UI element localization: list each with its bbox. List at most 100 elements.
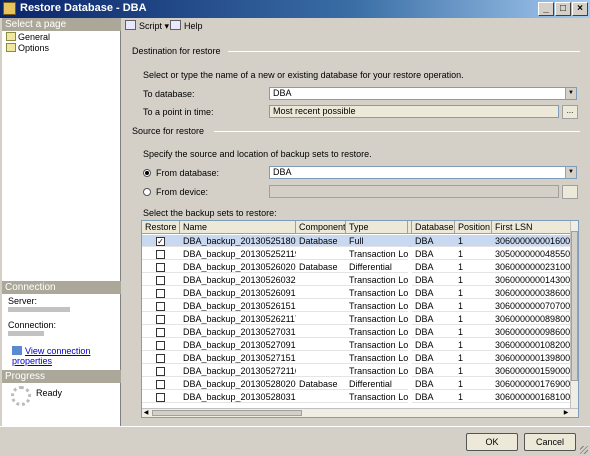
to-point-in-time-field[interactable]: Most recent possible [269,105,559,118]
type-cell: Transaction Log [346,391,408,403]
lsn-cell: 306000000108200000 [492,339,572,351]
button-bar: OK Cancel [0,426,590,456]
name-cell: DBA_backup_20130525180138 [180,235,296,247]
column-header-restore[interactable]: Restore [142,221,180,234]
table-row[interactable]: DBA_backup_20130526151719 Transaction Log… [142,300,572,312]
from-database-label: From database: [156,168,220,178]
chevron-down-icon[interactable]: ▼ [565,88,576,99]
type-cell: Transaction Log [346,326,408,338]
restore-checkbox[interactable] [156,367,165,376]
position-cell: 1 [455,391,492,403]
restore-checkbox[interactable] [156,328,165,337]
table-row[interactable]: DBA_backup_20130526020121DatabaseDiffere… [142,261,572,273]
position-cell: 1 [455,326,492,338]
help-button[interactable]: Help [170,20,203,31]
scroll-left-icon[interactable]: ◀ [142,409,150,417]
name-cell: DBA_backup_20130528020048 [180,378,296,390]
column-header-position[interactable]: Position [455,221,492,234]
point-in-time-browse-button[interactable]: ... [562,105,578,119]
table-row[interactable]: DBA_backup_20130527211658 Transaction Log… [142,365,572,377]
maximize-button[interactable]: □ [555,2,571,16]
lsn-cell: 306000000023100000 [492,261,572,273]
type-cell: Transaction Log [346,352,408,364]
scroll-thumb[interactable] [571,231,578,381]
column-header-first-lsn[interactable]: First LSN [492,221,572,234]
restore-cell [142,274,180,286]
restore-checkbox[interactable] [156,250,165,259]
close-button[interactable]: × [572,2,588,16]
restore-checkbox[interactable]: ✓ [156,237,165,246]
lsn-cell: 306000000168100000 [492,391,572,403]
position-cell: 1 [455,352,492,364]
backup-sets-grid[interactable]: Restore Name Component Type Database Pos… [141,220,579,418]
component-cell [296,339,346,351]
table-row[interactable]: DBA_backup_20130528020048DatabaseDiffere… [142,378,572,390]
database-icon [3,2,16,15]
restore-checkbox[interactable] [156,289,165,298]
type-cell: Transaction Log [346,365,408,377]
page-icon [6,43,16,52]
restore-checkbox[interactable] [156,315,165,324]
table-row[interactable]: ✓ DBA_backup_20130525180138DatabaseFull DB… [142,235,572,248]
ok-button[interactable]: OK [466,433,518,451]
from-database-radio[interactable] [143,169,151,177]
cancel-button[interactable]: Cancel [524,433,576,451]
progress-header: Progress [2,370,121,383]
table-row[interactable]: DBA_backup_20130527031656 Transaction Log… [142,326,572,338]
restore-checkbox[interactable] [156,302,165,311]
table-row[interactable]: DBA_backup_20130526032006 Transaction Log… [142,274,572,286]
table-row[interactable]: DBA_backup_20130527151657 Transaction Log… [142,352,572,364]
divider [214,131,580,132]
name-cell: DBA_backup_20130528031650 [180,391,296,403]
position-cell: 1 [455,365,492,377]
left-pane: Select a page General Options Connection… [2,18,121,426]
page-item-general[interactable]: General [6,32,50,43]
table-row[interactable]: DBA_backup_20130525211908 Transaction Log… [142,248,572,260]
database-cell: DBA [412,313,455,325]
resize-grip-icon[interactable] [580,446,588,454]
redacted-server [8,307,70,312]
restore-checkbox[interactable] [156,354,165,363]
restore-checkbox[interactable] [156,393,165,402]
server-label: Server: [8,296,38,306]
restore-checkbox[interactable] [156,341,165,350]
minimize-button[interactable]: _ [538,2,554,16]
link-label: View connection properties [12,346,91,366]
page-icon [6,32,16,41]
scroll-right-icon[interactable]: ▶ [562,409,570,417]
database-cell: DBA [412,248,455,260]
table-row[interactable]: DBA_backup_20130526091732 Transaction Log… [142,287,572,299]
toolbar: Script ▾ Help [122,18,588,34]
to-database-label: To database: [143,89,195,99]
chevron-down-icon[interactable]: ▼ [565,167,576,178]
table-row[interactable]: DBA_backup_20130528031650 Transaction Log… [142,391,572,403]
to-database-combo[interactable]: DBA ▼ [269,87,577,100]
database-cell: DBA [412,326,455,338]
horizontal-scrollbar[interactable]: ◀ ▶ [142,408,578,417]
column-header-name[interactable]: Name [180,221,296,234]
window-title: Restore Database - DBA [20,2,147,14]
scroll-thumb[interactable] [152,410,302,416]
name-cell: DBA_backup_20130527091734 [180,339,296,351]
table-row[interactable]: DBA_backup_20130526211707 Transaction Log… [142,313,572,325]
from-database-combo[interactable]: DBA ▼ [269,166,577,179]
component-cell [296,300,346,312]
component-cell [296,274,346,286]
vertical-scrollbar[interactable] [570,221,578,409]
script-button[interactable]: Script ▾ [125,20,169,32]
divider [228,51,580,52]
name-cell: DBA_backup_20130526151719 [180,300,296,312]
column-header-component[interactable]: Component [296,221,346,234]
from-device-radio[interactable] [143,188,151,196]
view-connection-properties-link[interactable]: View connection properties [12,346,120,366]
restore-checkbox[interactable] [156,276,165,285]
page-item-options[interactable]: Options [6,43,49,54]
type-cell: Transaction Log [346,248,408,260]
table-row[interactable]: DBA_backup_20130527091734 Transaction Log… [142,339,572,351]
name-cell: DBA_backup_20130525211908 [180,248,296,260]
restore-checkbox[interactable] [156,263,165,272]
restore-checkbox[interactable] [156,380,165,389]
column-header-database[interactable]: Database [412,221,455,234]
help-label: Help [184,21,203,31]
column-header-type[interactable]: Type [346,221,408,234]
